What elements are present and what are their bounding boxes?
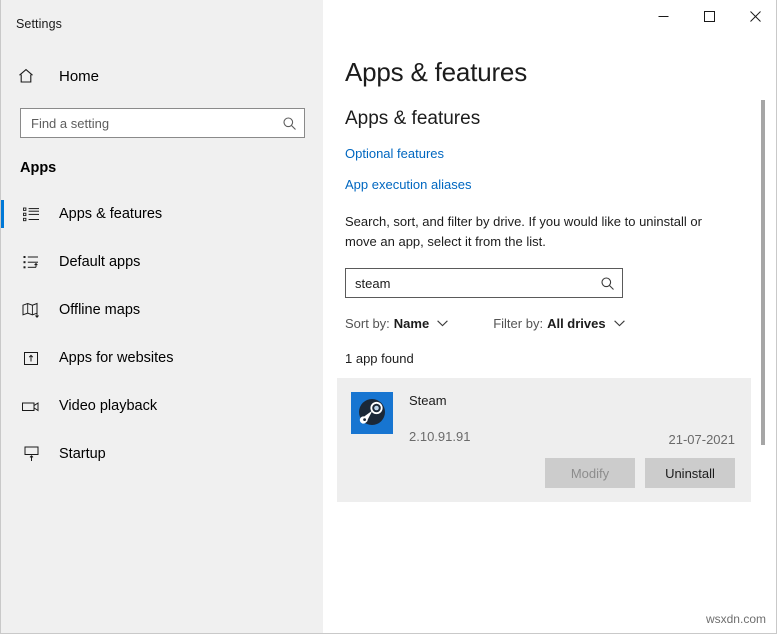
sidebar-item-label: Apps for websites [59,350,173,366]
window-controls [323,0,777,40]
app-link-icon [20,351,42,366]
window-title: Settings [1,17,62,31]
section-title: Apps & features [345,108,777,130]
scrollbar-thumb[interactable] [761,100,765,445]
settings-window: Settings [0,0,777,634]
sidebar-item-offline-maps[interactable]: Offline maps [1,286,323,334]
sidebar-item-apps-for-websites[interactable]: Apps for websites [1,334,323,382]
sidebar-item-label: Offline maps [59,302,140,318]
page-title: Apps & features [345,57,777,88]
app-search-input[interactable] [346,270,592,296]
sidebar-item-home[interactable]: Home [1,56,323,96]
chevron-down-icon [437,320,448,327]
sidebar-search[interactable] [20,108,305,138]
description-text: Search, sort, and filter by drive. If yo… [345,212,737,252]
app-action-buttons: Modify Uninstall [351,458,735,488]
search-input[interactable] [21,110,274,136]
sort-by-value: Name [394,316,429,331]
uninstall-button[interactable]: Uninstall [645,458,735,488]
sidebar-item-apps-features[interactable]: Apps & features [1,190,323,238]
monitor-up-icon [20,446,42,462]
sidebar-section-header: Apps [20,160,323,176]
sidebar-item-label: Apps & features [59,206,162,222]
maximize-icon [704,11,715,22]
home-label: Home [59,68,99,85]
filter-bar: Sort by: Name Filter by: All drives [345,316,777,331]
main-content: Apps & features Apps & features Optional… [323,40,777,634]
sidebar-item-default-apps[interactable]: Default apps [1,238,323,286]
search-icon [600,276,615,291]
filter-by-value: All drives [547,316,606,331]
home-icon [17,67,43,85]
maximize-button[interactable] [686,0,732,32]
close-icon [750,11,761,22]
app-search-button[interactable] [592,269,622,297]
sidebar-item-video-playback[interactable]: Video playback [1,382,323,430]
minimize-button[interactable] [640,0,686,32]
title-bar-left: Settings [1,0,323,40]
sidebar-item-label: Startup [59,446,106,462]
minimize-icon [658,11,669,22]
search-button[interactable] [274,109,304,137]
sidebar-item-startup[interactable]: Startup [1,430,323,478]
sidebar-item-label: Default apps [59,254,140,270]
filter-by-dropdown[interactable]: Filter by: All drives [493,316,624,331]
sidebar-item-label: Video playback [59,398,157,414]
list-arrow-icon [20,255,42,270]
app-list-item[interactable]: Steam 2.10.91.91 21-07-2021 Modify Unins… [337,378,751,502]
chevron-down-icon [614,320,625,327]
app-execution-aliases-link[interactable]: App execution aliases [345,177,471,192]
sort-by-dropdown[interactable]: Sort by: Name [345,316,448,331]
steam-icon [351,392,393,434]
main-scrollbar[interactable] [761,40,767,634]
app-install-date: 21-07-2021 [669,432,736,447]
close-button[interactable] [732,0,777,32]
app-name: Steam [409,393,735,408]
sidebar: Home Apps [1,40,323,634]
modify-button[interactable]: Modify [545,458,635,488]
watermark: wsxdn.com [706,612,766,626]
optional-features-link[interactable]: Optional features [345,146,444,161]
map-download-icon [20,302,42,318]
title-bar: Settings [1,0,777,40]
list-bullet-icon [20,207,42,222]
search-icon [282,116,297,131]
result-count: 1 app found [345,351,777,366]
video-camera-icon [20,400,42,413]
filter-by-label: Filter by: [493,316,543,331]
sort-by-label: Sort by: [345,316,390,331]
app-list-search[interactable] [345,268,623,298]
sidebar-nav-list: Apps & features Default apps [1,190,323,478]
